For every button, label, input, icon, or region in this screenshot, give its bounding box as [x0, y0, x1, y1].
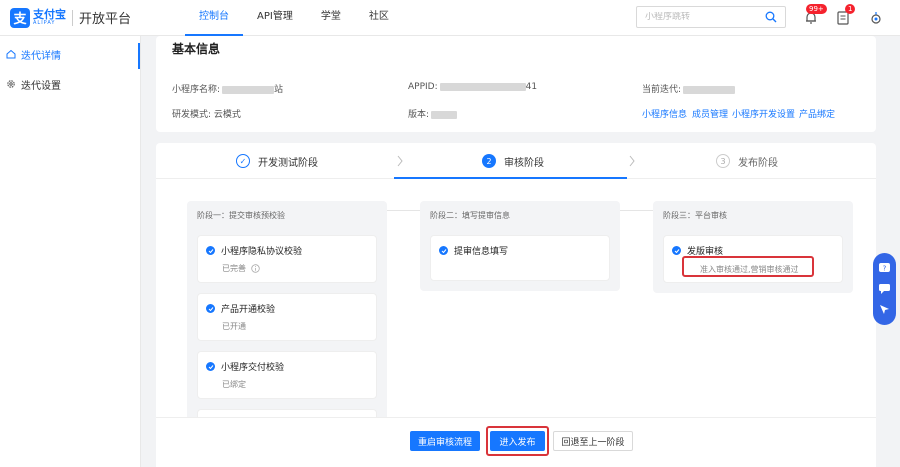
logo-en-text: ALIPAY — [33, 20, 56, 26]
check-status: 已绑定 — [222, 380, 246, 389]
redacted-value — [683, 85, 736, 94]
link-miniapp-info[interactable]: 小程序信息 — [642, 107, 687, 120]
dev-mode-field: 研发模式: 云模式 — [172, 107, 241, 120]
miniapp-name-field: 小程序名称: 站 — [172, 82, 283, 95]
sidebar-item-iteration-settings[interactable]: 迭代设置 — [0, 69, 140, 99]
sidebar-item-label: 迭代设置 — [21, 80, 61, 92]
stage-three-column: 阶段三：平台审核 发版审核 准入审核通过,营销审核通过 — [653, 201, 853, 293]
link-member-management[interactable]: 成员管理 — [692, 107, 728, 120]
current-iteration-field: 当前迭代: — [642, 82, 736, 95]
check-delivery: 小程序交付校验 已绑定 — [197, 351, 377, 399]
logo-cn-text: 支付宝 — [33, 8, 66, 21]
chevron-right-icon — [397, 155, 403, 167]
check-circle-icon — [206, 304, 215, 313]
info-icon[interactable] — [250, 264, 260, 273]
svg-text:?: ? — [883, 265, 887, 273]
step-publish[interactable]: 3 发布阶段 — [716, 143, 778, 179]
check-product-activation: 产品开通校验 已开通 — [197, 293, 377, 341]
stage-two-column: 阶段二：填写提审信息 提审信息填写 — [420, 201, 620, 291]
check-circle-icon — [206, 362, 215, 371]
version-field: 版本: — [408, 107, 458, 120]
floating-toolbar: ? — [873, 253, 896, 325]
sidebar-item-iteration-details[interactable]: 迭代详情 — [0, 39, 140, 69]
sidebar: 迭代详情 迭代设置 — [0, 36, 141, 467]
check-circle-icon — [206, 246, 215, 255]
step-dev-test[interactable]: ✓ 开发测试阶段 — [236, 143, 318, 179]
basic-info-card: 基本信息 小程序名称: 站 APPID: 41 当前迭代: 研发模式: 云模式 版本… — [156, 36, 876, 132]
stage-three-title: 阶段三：平台审核 — [663, 211, 727, 220]
alipay-logo-icon: 支 — [10, 7, 30, 28]
check-title: 小程序隐私协议校验 — [221, 247, 303, 257]
check-status-text: 已完善 — [222, 264, 246, 273]
user-settings-icon[interactable] — [868, 10, 884, 26]
redacted-value — [439, 82, 526, 91]
miniapp-name-label: 小程序名称: — [172, 85, 221, 95]
version-label: 版本: — [408, 110, 430, 120]
rollback-stage-button[interactable]: 回退至上一阶段 — [553, 431, 633, 451]
step-done-check-icon: ✓ — [236, 154, 250, 168]
stage-connector — [387, 210, 420, 211]
basic-info-title: 基本信息 — [172, 42, 221, 56]
check-review-info: 提审信息填写 — [430, 235, 610, 281]
step-label: 开发测试阶段 — [258, 157, 318, 169]
check-circle-icon — [672, 246, 681, 255]
top-bar: 支 支付宝 ALIPAY 开放平台 控制台 API管理 学堂 社区 99+ 1 — [0, 0, 900, 36]
step-review[interactable]: 2 审核阶段 — [482, 143, 544, 179]
dev-mode-value: 云模式 — [213, 110, 241, 120]
logo-divider — [72, 9, 73, 26]
check-status: 已完善 — [222, 263, 260, 274]
help-icon[interactable]: ? — [878, 262, 891, 275]
appid-label: APPID: — [408, 82, 438, 92]
enter-publish-button[interactable]: 进入发布 — [490, 431, 545, 451]
search-box — [636, 6, 786, 28]
platform-title: 开放平台 — [79, 12, 132, 27]
step-label: 发布阶段 — [738, 157, 778, 169]
search-input[interactable] — [645, 12, 765, 22]
pointer-icon[interactable] — [878, 303, 891, 316]
nav-academy[interactable]: 学堂 — [307, 0, 355, 36]
chat-icon[interactable] — [878, 282, 891, 295]
stage-two-title: 阶段二：填写提审信息 — [430, 211, 510, 220]
appid-suffix: 41 — [525, 82, 538, 92]
link-product-binding[interactable]: 产品绑定 — [799, 107, 835, 120]
stage-stepper: ✓ 开发测试阶段 2 审核阶段 3 发布阶段 — [156, 143, 876, 179]
active-step-indicator — [394, 177, 627, 179]
alipay-logo[interactable]: 支 支付宝 ALIPAY 开放平台 — [10, 7, 132, 28]
step-number: 2 — [482, 154, 496, 168]
check-privacy-agreement: 小程序隐私协议校验 已完善 — [197, 235, 377, 283]
check-status: 准入审核通过,营销审核通过 — [700, 265, 799, 274]
home-icon — [6, 49, 16, 59]
check-title: 产品开通校验 — [221, 305, 276, 315]
action-bar: 重启审核流程 进入发布 回退至上一阶段 — [156, 417, 876, 467]
check-title: 小程序交付校验 — [221, 363, 285, 373]
sidebar-item-label: 迭代详情 — [21, 50, 61, 62]
restart-review-button[interactable]: 重启审核流程 — [410, 431, 480, 451]
current-iteration-label: 当前迭代: — [642, 85, 682, 95]
bell-badge: 99+ — [806, 4, 827, 14]
gear-icon — [7, 80, 15, 88]
redacted-value — [222, 85, 275, 94]
chevron-right-icon — [629, 155, 635, 167]
nav-api-management[interactable]: API管理 — [243, 0, 307, 36]
appid-field: APPID: 41 — [408, 82, 537, 92]
step-number: 3 — [716, 154, 730, 168]
stage-one-title: 阶段一：提交审核预校验 — [197, 211, 285, 220]
search-icon[interactable] — [765, 11, 777, 23]
redacted-value — [431, 110, 458, 119]
link-dev-settings[interactable]: 小程序开发设置 — [732, 107, 795, 120]
miniapp-name-suffix: 站 — [274, 85, 284, 95]
dev-mode-label: 研发模式: — [172, 110, 212, 120]
check-title: 发版审核 — [687, 247, 724, 257]
check-release-review: 发版审核 准入审核通过,营销审核通过 — [663, 235, 843, 283]
check-title: 提审信息填写 — [454, 247, 509, 257]
check-circle-icon — [439, 246, 448, 255]
main-nav: 控制台 API管理 学堂 社区 — [185, 0, 403, 36]
todo-badge: 1 — [845, 4, 856, 14]
nav-community[interactable]: 社区 — [355, 0, 403, 36]
nav-console[interactable]: 控制台 — [185, 0, 244, 36]
check-status: 已开通 — [222, 322, 246, 331]
step-label: 审核阶段 — [504, 157, 544, 169]
stage-connector — [620, 210, 653, 211]
